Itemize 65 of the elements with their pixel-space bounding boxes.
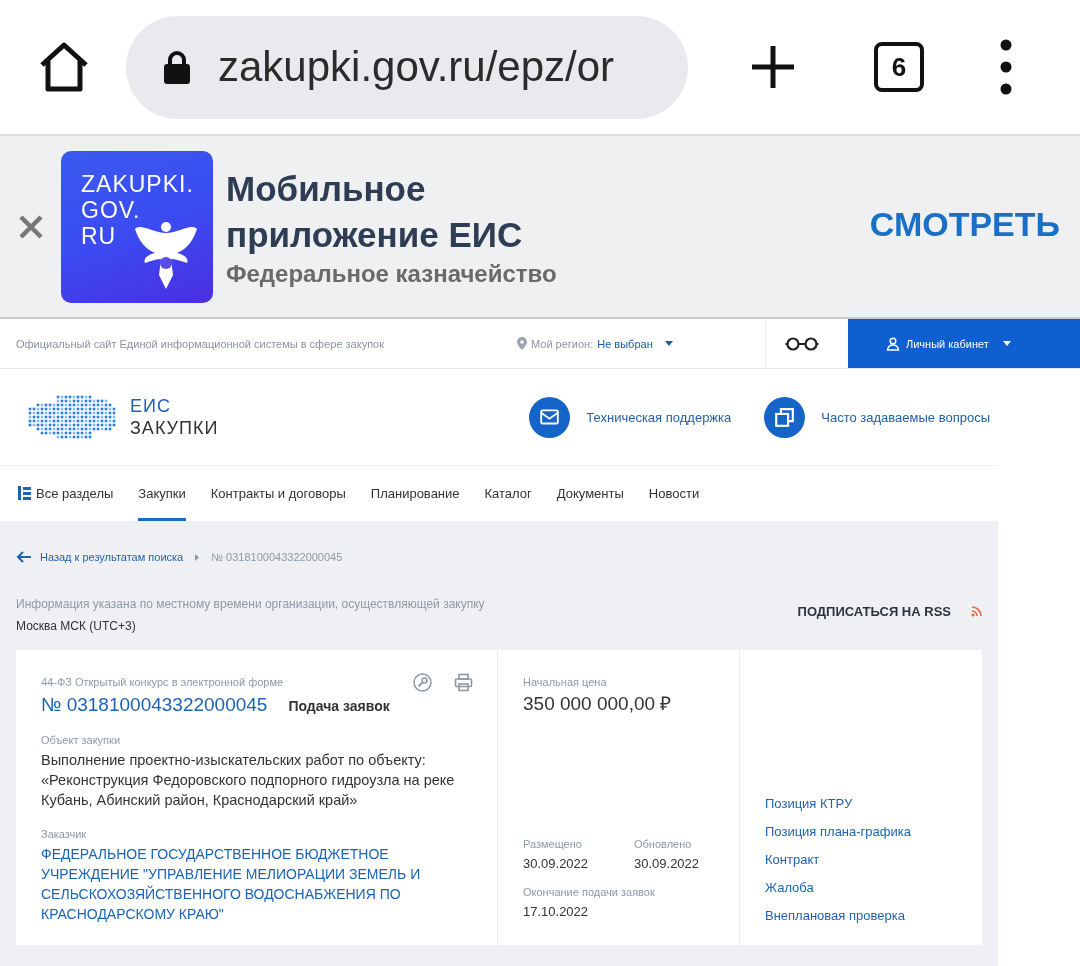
date-label: Окончание подачи заявок <box>523 886 656 898</box>
field-label: Заказчик <box>41 828 88 840</box>
tab-count[interactable]: 6 <box>874 42 924 92</box>
address-bar[interactable]: zakupki.gov.ru/epz/or <box>126 15 688 119</box>
date-label: Обновлено <box>634 838 693 850</box>
breadcrumb-current: № 0318100043322000045 <box>211 551 343 563</box>
date-value: 17.10.2022 <box>523 904 590 919</box>
menu-icon[interactable] <box>1000 39 1012 95</box>
nav-tab[interactable]: Каталог <box>484 466 532 521</box>
lock-icon <box>162 50 192 84</box>
caret-icon[interactable] <box>664 341 673 346</box>
field-label: Начальная цена <box>523 676 608 688</box>
customer-link[interactable]: ФЕДЕРАЛЬНОЕ ГОСУДАРСТВЕННОЕ БЮДЖЕТНОЕ УЧРЕЖДЕНИЕ "УПРАВЛЕНИЕ МЕЛИОРАЦИИ ЗЕМЕЛЬ И СЕЛЬСКОХОЗЯЙСТВЕННОГО ВОДОСНАБЖЕНИЯ ПО КРАСНОДАРСКОМУ КРАЮ" <box>41 844 461 924</box>
nav-tab[interactable]: Контракты и договоры <box>210 466 346 521</box>
related-link[interactable]: Контракт <box>765 851 958 869</box>
date-label: Размещено <box>523 838 583 850</box>
site-tagline: Официальный сайт Единой информационной системы в сфере закупок <box>16 337 386 350</box>
region-dropdown[interactable]: Не выбран <box>597 337 653 350</box>
time-note: Информация указана по местному времени организации, осуществляющей закупку <box>16 596 485 613</box>
time-zone: Москва МСК (UTC+3) <box>16 618 137 635</box>
key-icon[interactable] <box>413 673 432 692</box>
glasses-icon[interactable] <box>784 336 819 351</box>
icon-text: ZAKUPKI. <box>81 170 194 197</box>
close-icon[interactable] <box>18 213 44 240</box>
purchase-number-link[interactable]: № 0318100043322000045 <box>41 694 268 716</box>
account-button[interactable]: Личный кабинет <box>848 319 1080 368</box>
rss-link[interactable]: ПОДПИСАТЬСЯ НА RSS <box>797 604 982 619</box>
purchase-stage: Подача заявок <box>288 698 390 714</box>
date-value: 30.09.2022 <box>523 856 590 871</box>
caret-icon <box>1002 341 1011 346</box>
date-value: 30.09.2022 <box>634 856 701 871</box>
windows-icon <box>775 407 795 427</box>
field-label: Объект закупки <box>41 734 122 746</box>
nav-tab[interactable]: Документы <box>556 466 624 521</box>
location-pin-icon <box>517 337 527 350</box>
price-value: 350 000 000,00 ₽ <box>523 692 673 716</box>
view-link[interactable]: СМОТРЕТЬ <box>869 205 1060 244</box>
back-arrow-icon[interactable] <box>16 551 32 563</box>
related-link[interactable]: Позиция плана-графика <box>765 823 958 841</box>
procedure-type: 44-ФЗ Открытый конкурс в электронной форме <box>41 676 284 688</box>
region-label: Мой регион: <box>531 337 594 350</box>
app-title: Мобильное приложение ЕИС <box>226 167 524 256</box>
home-icon[interactable] <box>38 41 90 93</box>
mail-icon <box>540 407 560 427</box>
purchase-object: Выполнение проектно-изыскательских работ по объекту: «Реконструкция Федоровского подпорного гидроузла на реке Кубань, Абинский район, Краснодарский край» <box>41 751 456 810</box>
icon-text: GOV. <box>81 196 141 223</box>
related-link[interactable]: Внеплановая проверка <box>765 907 958 925</box>
nav-tab[interactable]: Планирование <box>370 466 460 521</box>
app-publisher: Федеральное казначейство <box>226 259 557 288</box>
plus-icon[interactable] <box>750 44 796 90</box>
nav-tab[interactable]: Новости <box>648 466 700 521</box>
help-link[interactable]: Часто задаваемые вопросы <box>764 396 990 438</box>
icon-text: RU <box>81 222 117 249</box>
chevron-icon <box>195 553 200 561</box>
rss-icon <box>971 606 982 617</box>
logo-text: ЕИС <box>130 395 172 417</box>
sections-icon <box>18 486 31 500</box>
related-link[interactable]: Жалоба <box>765 879 958 897</box>
related-link[interactable]: Позиция КТРУ <box>765 795 958 813</box>
logo-text: ЗАКУПКИ <box>130 417 219 439</box>
help-link[interactable]: Техническая поддержка <box>529 396 732 438</box>
nav-tab[interactable]: Все разделы <box>18 466 114 521</box>
printer-icon[interactable] <box>454 673 473 692</box>
back-link[interactable]: Назад к результатам поиска <box>40 551 184 563</box>
person-icon <box>886 336 900 351</box>
